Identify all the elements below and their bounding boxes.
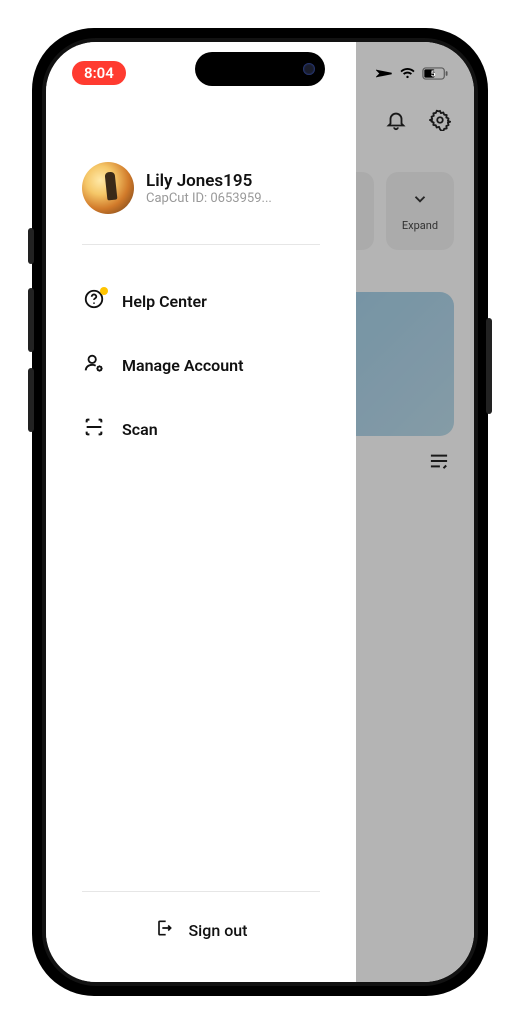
profile-id: CapCut ID: 0653959... [146,191,272,206]
scan-label: Scan [122,420,158,439]
divider [82,244,320,245]
profile-name: Lily Jones195 [146,171,272,191]
phone-frame: 8:04 [32,28,488,996]
mute-switch [28,228,34,264]
side-drawer: Lily Jones195 CapCut ID: 0653959... [46,42,356,982]
help-center-item[interactable]: Help Center [46,269,356,333]
battery-icon: 5 [422,67,448,80]
manage-account-label: Manage Account [122,356,243,375]
scan-item[interactable]: Scan [46,397,356,461]
profile-row[interactable]: Lily Jones195 CapCut ID: 0653959... [46,162,356,244]
status-indicators: 5 [376,65,448,82]
signout-label: Sign out [188,921,247,940]
screen: 8:04 [46,42,474,982]
volume-up-button [28,288,34,352]
signout-button[interactable]: Sign out [82,892,320,982]
manage-account-item[interactable]: Manage Account [46,333,356,397]
wifi-icon [399,67,416,80]
svg-text:5: 5 [431,69,436,79]
volume-down-button [28,368,34,432]
signout-icon [154,918,174,942]
dynamic-island [195,52,325,86]
account-icon [83,352,105,378]
power-button [486,318,492,414]
airplane-icon [376,65,393,82]
status-time-pill: 8:04 [72,61,126,85]
phone-bezel: 8:04 [42,38,478,986]
scan-icon [83,416,105,442]
notification-dot [100,287,108,295]
help-center-label: Help Center [122,292,207,311]
avatar [82,162,134,214]
